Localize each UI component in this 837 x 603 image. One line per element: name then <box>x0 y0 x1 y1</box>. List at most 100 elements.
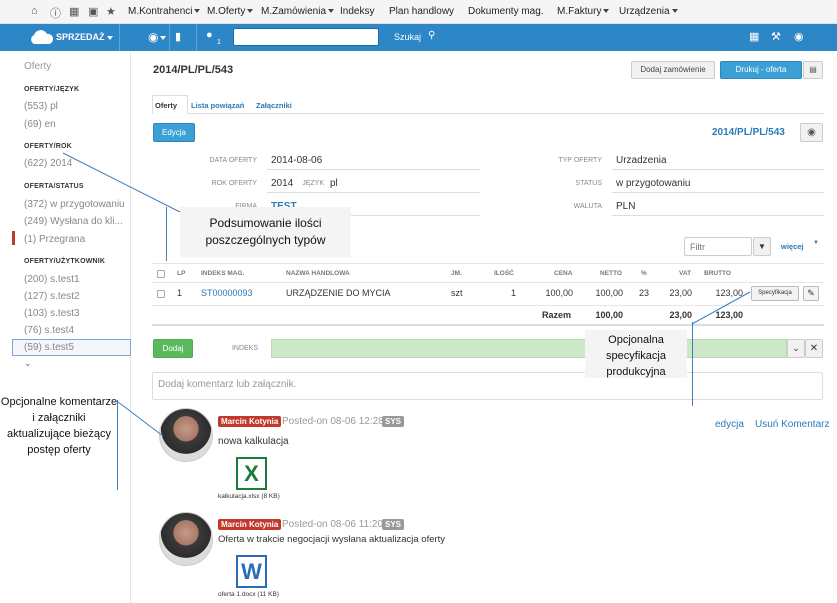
globe-icon[interactable]: ◉ <box>148 30 167 44</box>
user-icon[interactable]: ● <box>206 29 213 41</box>
callout-summary: Podsumowanie ilości poszczególnych typów <box>180 207 351 257</box>
doc-number: 2014/PL/PL/543 <box>712 127 785 138</box>
wrench-icon[interactable]: ⚒ <box>771 30 781 43</box>
rok-oferty-label: ROK OFERTY <box>211 180 257 187</box>
select-all-checkbox[interactable] <box>157 270 165 278</box>
cell-procent: 23 <box>639 288 650 298</box>
add-button[interactable]: Dodaj <box>153 339 193 358</box>
rok-oferty-value[interactable]: 2014 <box>271 178 293 189</box>
col-header: NAZWA HANDLOWA <box>286 270 350 277</box>
app-toolbar: SPRZEDAŻ ◉ ▮ ● 1 Szukaj ⚲ ▦ ⚒ ◉ <box>0 24 837 51</box>
delete-comment-link[interactable]: Usuń Komentarz <box>755 419 829 430</box>
sidebar-title: Oferty <box>24 61 52 72</box>
cell-lp: 1 <box>177 288 183 298</box>
menu-dokumenty-mag[interactable]: Dokumenty mag. <box>468 6 544 17</box>
specification-button[interactable]: Specyfikacja <box>751 286 799 301</box>
callout-pointer <box>117 401 164 437</box>
sidebar-item[interactable]: (59) s.test5 <box>24 342 74 353</box>
typ-oferty-value[interactable]: Urzadzenia <box>616 155 667 166</box>
data-oferty-value[interactable]: 2014-08-06 <box>271 155 322 166</box>
chevron-down-icon[interactable]: ⌄ <box>24 358 32 369</box>
star-icon[interactable]: ★ <box>106 5 116 18</box>
info-icon[interactable]: ⓘ <box>50 5 61 21</box>
status-value[interactable]: w przygotowaniu <box>616 178 690 189</box>
search-icon[interactable]: ⚲ <box>428 30 435 41</box>
index-input[interactable] <box>271 339 787 358</box>
book-icon[interactable]: ▣ <box>88 5 98 18</box>
sidebar-item[interactable]: (76) s.test4 <box>24 325 74 336</box>
callout-pointer <box>691 291 751 325</box>
search-button[interactable]: Szukaj <box>394 32 421 42</box>
row-border <box>152 282 824 283</box>
cell-indeks[interactable]: ST00000093 <box>201 288 253 298</box>
more-link[interactable]: więcej <box>781 242 804 251</box>
edit-comment-link[interactable]: edycja <box>715 419 744 430</box>
document-icon[interactable]: ▤ <box>803 61 823 79</box>
close-icon[interactable]: ✕ <box>805 339 823 358</box>
cloud-icon <box>31 30 54 44</box>
tab-zalaczniki[interactable]: Załączniki <box>256 101 292 110</box>
menu-plan-handlowy[interactable]: Plan handlowy <box>389 6 454 17</box>
field-underline <box>612 215 824 216</box>
word-file-icon[interactable]: W <box>236 555 267 588</box>
filter-input[interactable] <box>684 237 752 256</box>
eye-icon[interactable]: ◉ <box>800 123 823 142</box>
cell-cena: 100,00 <box>545 288 573 298</box>
sidebar-item[interactable]: (103) s.test3 <box>24 308 80 319</box>
attachment-name[interactable]: oferta 1.docx (11 KB) <box>218 591 279 598</box>
menu-faktury[interactable]: M.Faktury <box>557 6 610 17</box>
search-input[interactable] <box>233 28 379 46</box>
sidebar-header-uzytkownik: OFERTY/UŻYTKOWNIK <box>24 258 106 265</box>
sidebar-item[interactable]: (553) pl <box>24 101 58 112</box>
author-badge: Marcin Kotynia <box>218 416 282 427</box>
sidebar-item[interactable]: (1) Przegrana <box>24 234 85 245</box>
status-label: STATUS <box>575 180 602 187</box>
post-text: nowa kalkulacja <box>218 436 289 447</box>
sys-badge: SYS <box>382 416 405 427</box>
col-header: NETTO <box>600 270 622 277</box>
col-header: CENA <box>554 270 573 277</box>
print-button[interactable]: Drukuj - oferta <box>720 61 802 79</box>
chevron-down-icon[interactable]: ⌄ <box>787 339 805 358</box>
callout-spec: Opcjonalna specyfikacja produkcyjna <box>585 330 687 378</box>
waluta-value[interactable]: PLN <box>616 201 635 212</box>
user-badge: 1 <box>217 39 221 46</box>
top-menu-bar: ⌂ ⓘ ▦ ▣ ★ M.Kontrahenci M.Oferty M.Zamów… <box>0 0 837 24</box>
menu-zamowienia[interactable]: M.Zamówienia <box>261 6 335 17</box>
sidebar-item[interactable]: (127) s.test2 <box>24 291 80 302</box>
eye-icon[interactable]: ◉ <box>794 30 804 43</box>
chat-icon[interactable]: ▮ <box>175 30 181 43</box>
grid-icon[interactable]: ▦ <box>749 30 759 43</box>
sidebar-item[interactable]: (69) en <box>24 119 56 130</box>
edit-button[interactable]: Edycja <box>153 123 195 142</box>
add-order-button[interactable]: Dodaj zamówienie <box>631 61 715 79</box>
menu-kontrahenci[interactable]: M.Kontrahenci <box>128 6 201 17</box>
typ-oferty-label: TYP OFERTY <box>558 157 602 164</box>
sys-badge: SYS <box>382 519 405 530</box>
tab-lista-powiazan[interactable]: Lista powiązań <box>191 101 244 110</box>
index-label: INDEKS <box>231 345 258 352</box>
edit-icon[interactable]: ✎ <box>803 286 819 301</box>
row-checkbox[interactable] <box>157 290 165 298</box>
total-netto: 100,00 <box>595 310 623 320</box>
jezyk-value[interactable]: pl <box>330 178 338 189</box>
cell-netto: 100,00 <box>595 288 623 298</box>
home-icon[interactable]: ⌂ <box>31 5 38 17</box>
menu-urzadzenia[interactable]: Urządzenia <box>619 6 678 17</box>
document-icon[interactable]: ▦ <box>69 5 79 18</box>
attachment-name[interactable]: kalkulacja.xlsx (8 KB) <box>218 493 280 500</box>
field-underline <box>267 192 480 193</box>
total-label: Razem <box>542 310 572 320</box>
sidebar-item[interactable]: (200) s.test1 <box>24 274 80 285</box>
caret-down-icon: ▼ <box>813 240 819 246</box>
app-switcher[interactable]: SPRZEDAŻ <box>56 32 113 42</box>
excel-file-icon[interactable]: X <box>236 457 267 490</box>
callout-pointer <box>62 152 181 213</box>
avatar <box>159 512 213 566</box>
comment-placeholder: Dodaj komentarz lub załącznik. <box>158 379 297 390</box>
menu-indeksy[interactable]: Indeksy <box>340 6 374 17</box>
field-underline <box>612 192 824 193</box>
menu-oferty[interactable]: M.Oferty <box>207 6 254 17</box>
active-marker <box>12 231 15 245</box>
filter-icon[interactable]: ▼ <box>753 237 771 256</box>
